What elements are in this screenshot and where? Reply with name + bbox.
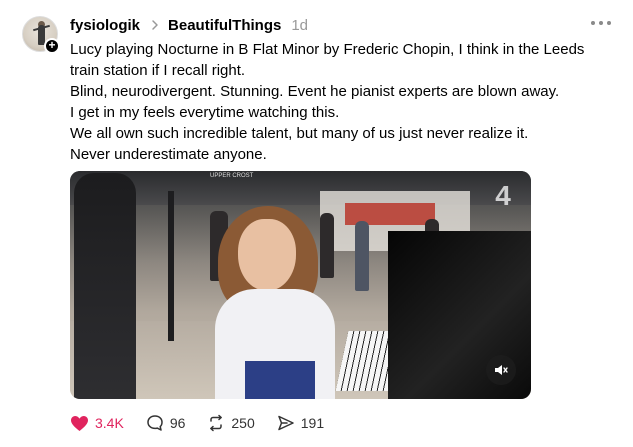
repost-icon <box>210 414 223 432</box>
post-text-line: We all own such incredible talent, but m… <box>70 125 529 142</box>
post-timestamp: 1d <box>291 16 309 34</box>
like-button[interactable]: 3.4K <box>70 415 124 432</box>
post-text-line: Blind, neurodivergent. Stunning. Event h… <box>70 83 560 100</box>
post-text-line: I get in my feels everytime watching thi… <box>70 104 340 121</box>
post-header: fysiologik BeautifulThings 1d <box>70 15 308 35</box>
video-player[interactable]: UPPER CROST 4 <box>70 171 531 399</box>
share-count: 191 <box>300 415 325 431</box>
post-body: Lucy playing Nocturne in B Flat Minor by… <box>70 39 615 165</box>
channel-logo: 4 <box>495 180 511 211</box>
community-link[interactable]: BeautifulThings <box>168 17 281 34</box>
post-card: + fysiologik BeautifulThings 1d Lucy pla… <box>0 0 633 447</box>
repost-count: 250 <box>231 415 255 431</box>
reply-count: 96 <box>169 415 186 431</box>
heart-icon <box>71 415 88 431</box>
mute-button[interactable] <box>486 355 516 385</box>
post-text-line: train station if I recall right. <box>70 62 246 79</box>
post-text-line: Lucy playing Nocturne in B Flat Minor by… <box>70 41 585 58</box>
more-icon[interactable] <box>591 17 611 29</box>
like-count: 3.4K <box>95 415 124 431</box>
mute-icon <box>495 365 508 375</box>
reply-button[interactable]: 96 <box>146 414 186 432</box>
avatar[interactable]: + <box>22 16 60 54</box>
comment-icon <box>147 415 163 431</box>
action-bar: 3.4K 96 250 191 <box>70 412 346 434</box>
share-icon <box>278 415 294 431</box>
chevron-right-icon <box>152 20 158 30</box>
username-link[interactable]: fysiologik <box>70 17 140 34</box>
station-sign: UPPER CROST <box>210 173 254 179</box>
share-button[interactable]: 191 <box>277 414 324 432</box>
repost-button[interactable]: 250 <box>207 414 255 432</box>
follow-plus-icon[interactable]: + <box>44 38 60 54</box>
post-text-line: Never underestimate anyone. <box>70 146 267 163</box>
